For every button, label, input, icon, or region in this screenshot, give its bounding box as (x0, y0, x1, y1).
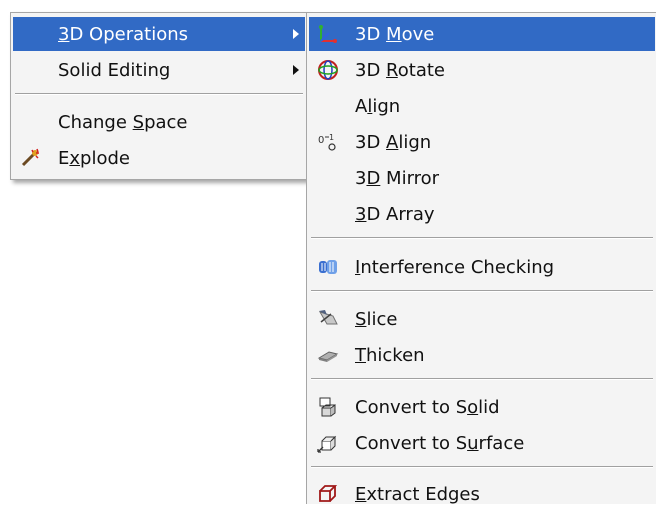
menu-separator (15, 93, 303, 95)
svg-text:0: 0 (318, 135, 324, 146)
menu-item-3d-array[interactable]: 3D Array (309, 197, 655, 231)
menu-item-convert-to-solid[interactable]: Convert to Solid (309, 390, 655, 424)
move-icon (317, 23, 339, 45)
menu-item-explode[interactable]: Explode (13, 141, 305, 175)
menu-separator (311, 466, 653, 468)
convert-surface-icon (317, 432, 339, 454)
menu-item-label: Solid Editing (58, 59, 171, 81)
rotate-icon (317, 59, 339, 81)
menu-item-3d-align[interactable]: 0 1 3D Align (309, 125, 655, 159)
menu-separator (311, 378, 653, 380)
thicken-icon (317, 344, 339, 366)
menu-item-label: 3D Rotate (355, 59, 445, 81)
extract-edges-icon (317, 483, 339, 505)
submenu-arrow-icon (293, 65, 299, 75)
menu-item-extract-edges[interactable]: Extract Edges (309, 477, 655, 511)
menu-item-label: Explode (58, 147, 130, 169)
menu-item-label: Align (355, 95, 401, 117)
menu-item-interference-checking[interactable]: Interference Checking (309, 250, 655, 284)
menu-separator (311, 290, 653, 292)
menu-item-label: Slice (355, 308, 398, 330)
menu-item-label: Extract Edges (355, 483, 480, 505)
menu-item-label: 3D Move (355, 23, 435, 45)
menu-item-3d-mirror[interactable]: 3D Mirror (309, 161, 655, 195)
menu-item-3d-move[interactable]: 3D Move (309, 17, 655, 51)
menu-item-3d-rotate[interactable]: 3D Rotate (309, 53, 655, 87)
menu-separator (311, 237, 653, 239)
menu-item-solid-editing[interactable]: Solid Editing (13, 53, 305, 87)
menu-item-label: 3D Mirror (355, 167, 440, 189)
menu-item-label: Thicken (355, 344, 425, 366)
menu-item-slice[interactable]: Slice (309, 302, 655, 336)
menu-item-label: 3D Array (355, 203, 435, 225)
svg-text:1: 1 (329, 133, 334, 142)
menu-item-convert-to-surface[interactable]: Convert to Surface (309, 426, 655, 460)
menu-item-thicken[interactable]: Thicken (309, 338, 655, 372)
context-menu: 3D Operations Solid Editing Change Space… (10, 12, 308, 180)
submenu-arrow-icon (293, 29, 299, 39)
convert-solid-icon (317, 396, 339, 418)
menu-item-label: Interference Checking (355, 256, 555, 278)
menu-item-label: Convert to Solid (355, 396, 500, 418)
menu-item-align[interactable]: Align (309, 89, 655, 123)
menu-item-label: Change Space (58, 111, 188, 133)
menu-item-label: Convert to Surface (355, 432, 525, 454)
interference-icon (317, 256, 339, 278)
submenu-3d-operations: 3D Move 3D Rotate Align 0 1 3D Align 3D … (306, 12, 656, 505)
menu-item-3d-operations[interactable]: 3D Operations (13, 17, 305, 51)
explode-icon (19, 147, 41, 169)
menu-item-label: 3D Operations (58, 23, 188, 45)
menu-item-label: 3D Align (355, 131, 432, 153)
menu-item-change-space[interactable]: Change Space (13, 105, 305, 139)
slice-icon (317, 308, 339, 330)
align-3d-icon: 0 1 (317, 131, 339, 153)
